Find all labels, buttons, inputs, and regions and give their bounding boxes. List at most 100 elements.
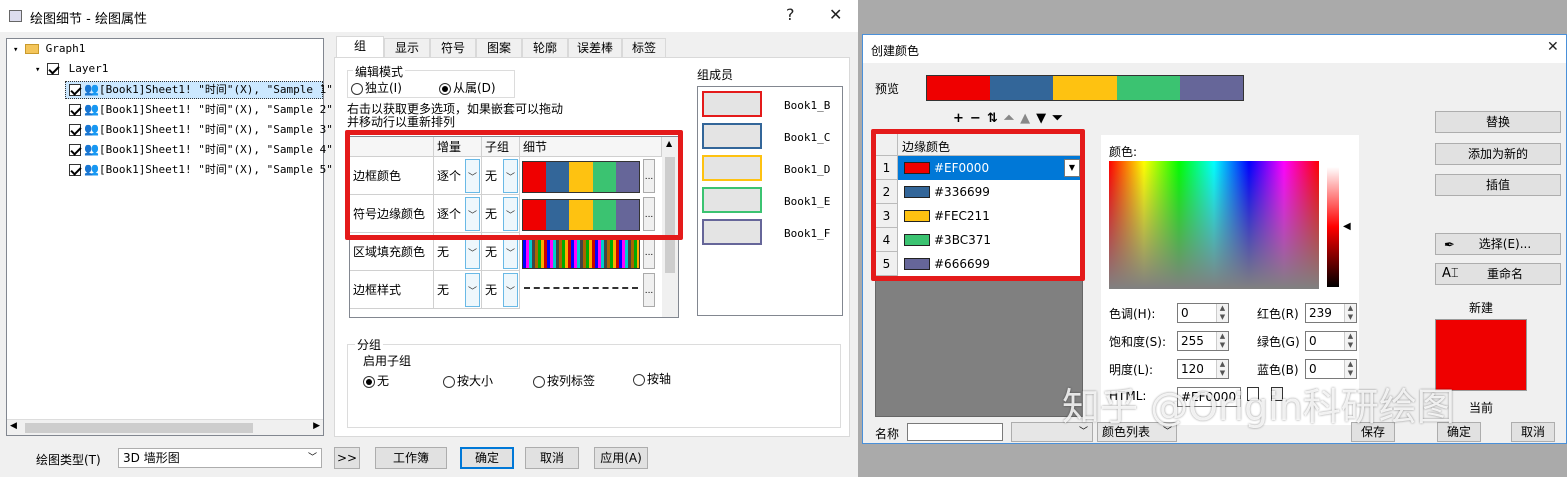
member-swatch-d[interactable] bbox=[702, 155, 762, 181]
radio-by-column-label[interactable]: 按列标签 bbox=[533, 372, 595, 389]
hue-input[interactable]: 0 ▲ ▼ bbox=[1177, 303, 1229, 323]
radio-by-axis[interactable]: 按轴 bbox=[633, 370, 671, 387]
interpolate-button[interactable]: 插值 bbox=[1435, 174, 1561, 196]
people-icon: 👥 bbox=[84, 142, 99, 156]
hue-label: 色调(H): bbox=[1109, 307, 1156, 321]
plot-type-label: 绘图类型(T) bbox=[36, 453, 101, 467]
scroll-right-icon[interactable]: ▶ bbox=[313, 421, 320, 431]
radio-dependent[interactable]: 从属(D) bbox=[439, 79, 496, 96]
radio-none[interactable]: 无 bbox=[363, 372, 389, 389]
radio-independent[interactable]: 独立(I) bbox=[351, 79, 402, 96]
tab-errorbar[interactable]: 误差棒 bbox=[568, 38, 622, 58]
ellipsis-button[interactable]: ... bbox=[643, 273, 655, 307]
cancel-button[interactable]: 取消 bbox=[525, 447, 579, 469]
tree-node-graph[interactable]: ▾ Graph1 bbox=[13, 41, 85, 57]
luminance-pointer-icon[interactable]: ◀ bbox=[1343, 221, 1351, 232]
collapse-icon[interactable]: ▾ bbox=[35, 65, 40, 75]
remove-icon[interactable]: − bbox=[970, 111, 981, 127]
workbook-button[interactable]: 工作簿 bbox=[375, 447, 447, 469]
radio-circle[interactable] bbox=[443, 375, 455, 388]
close-button[interactable]: ✕ bbox=[1547, 39, 1559, 55]
pick-color-button[interactable]: ✒ 选择(E)... bbox=[1435, 233, 1561, 255]
plot-type-select[interactable]: 3D 墙形图 ﹀ bbox=[118, 448, 322, 468]
move-down-icon[interactable]: ▼ bbox=[1036, 111, 1046, 127]
rename-button[interactable]: A⌶ 重命名 bbox=[1435, 263, 1561, 285]
tree-item-3[interactable]: 👥[Book1]Sheet1! "时间"(X), "Sample 3" bbox=[69, 121, 333, 137]
tree-item-2[interactable]: 👥[Book1]Sheet1! "时间"(X), "Sample 2" bbox=[69, 101, 333, 117]
close-button[interactable]: ✕ bbox=[829, 5, 842, 24]
tab-pattern[interactable]: 图案 bbox=[476, 38, 522, 58]
tab-outline[interactable]: 轮廓 bbox=[522, 38, 568, 58]
move-top-icon[interactable]: ⏶ bbox=[1004, 111, 1014, 127]
layer-checkbox[interactable] bbox=[47, 63, 60, 75]
tree-item-4[interactable]: 👥[Book1]Sheet1! "时间"(X), "Sample 4" bbox=[69, 141, 333, 157]
move-bottom-icon[interactable]: ⏷ bbox=[1052, 111, 1062, 127]
luminance-bar[interactable] bbox=[1327, 167, 1339, 287]
add-icon[interactable]: + bbox=[953, 111, 964, 127]
radio-circle[interactable] bbox=[363, 375, 375, 388]
tab-group[interactable]: 组 bbox=[336, 36, 384, 58]
radio-circle[interactable] bbox=[633, 373, 645, 386]
plot-type-value: 3D 墙形图 bbox=[123, 451, 180, 465]
spinner-icon[interactable]: ▲ ▼ bbox=[1344, 332, 1356, 350]
sub-dropdown[interactable]: ﹀ bbox=[503, 273, 518, 307]
name-input[interactable] bbox=[907, 423, 1003, 441]
preview-color bbox=[1053, 76, 1117, 100]
item-checkbox[interactable] bbox=[69, 164, 81, 176]
sub-dropdown[interactable]: ﹀ bbox=[503, 235, 518, 269]
spinner-icon[interactable]: ▲ ▼ bbox=[1216, 304, 1228, 322]
members-list[interactable]: Book1_B Book1_C Book1_D Book1_E Book1_F bbox=[697, 86, 843, 316]
apply-button[interactable]: 应用(A) bbox=[594, 447, 648, 469]
radio-circle[interactable] bbox=[351, 82, 363, 95]
tab-label[interactable]: 标签 bbox=[622, 38, 666, 58]
plot-tree[interactable]: ▾ Graph1 ▾ Layer1 👥[Book1]Sheet1! "时间"(X… bbox=[6, 38, 333, 436]
tree-item-1-row[interactable]: 👥[Book1]Sheet1! "时间"(X), "Sample 1" bbox=[69, 81, 333, 97]
ok-button[interactable]: 确定 bbox=[460, 447, 514, 469]
chevron-down-icon: ﹀ bbox=[307, 453, 317, 463]
scroll-left-icon[interactable]: ◀ bbox=[10, 421, 17, 431]
item-checkbox[interactable] bbox=[69, 104, 81, 116]
cancel-button[interactable]: 取消 bbox=[1511, 422, 1555, 442]
spinner-icon[interactable]: ▲ ▼ bbox=[1344, 304, 1356, 322]
green-input[interactable]: 0 ▲ ▼ bbox=[1305, 331, 1357, 351]
help-button[interactable]: ? bbox=[786, 5, 795, 24]
tab-display[interactable]: 显示 bbox=[384, 38, 430, 58]
tree-item-5[interactable]: 👥[Book1]Sheet1! "时间"(X), "Sample 5" bbox=[69, 161, 333, 177]
collapse-icon[interactable]: ▾ bbox=[13, 45, 18, 55]
replace-button[interactable]: 替换 bbox=[1435, 111, 1561, 133]
member-swatch-b[interactable] bbox=[702, 91, 762, 117]
inc-dropdown[interactable]: ﹀ bbox=[465, 273, 480, 307]
ellipsis-button[interactable]: ... bbox=[643, 235, 655, 269]
member-swatch-c[interactable] bbox=[702, 123, 762, 149]
scroll-thumb[interactable] bbox=[25, 423, 253, 433]
line-style-preview[interactable] bbox=[524, 287, 638, 291]
subgroup-label: 启用子组 bbox=[363, 354, 412, 368]
member-swatch-f[interactable] bbox=[702, 219, 762, 245]
fill-palette-strip[interactable] bbox=[522, 237, 640, 269]
color-spectrum[interactable] bbox=[1109, 161, 1319, 289]
radio-circle[interactable] bbox=[533, 375, 545, 388]
member-swatch-e[interactable] bbox=[702, 187, 762, 213]
radio-circle[interactable] bbox=[439, 82, 451, 95]
move-up-icon[interactable]: ▲ bbox=[1020, 111, 1030, 127]
item-checkbox[interactable] bbox=[69, 84, 81, 96]
inc-dropdown[interactable]: ﹀ bbox=[465, 235, 480, 269]
row-name: 边框样式 bbox=[350, 271, 434, 309]
plot-details-window: 绘图细节 - 绘图属性 ? ✕ ▾ Graph1 ▾ Layer1 👥[Book… bbox=[0, 0, 858, 477]
tab-symbol[interactable]: 符号 bbox=[430, 38, 476, 58]
item-checkbox[interactable] bbox=[69, 124, 81, 136]
members-title: 组成员 bbox=[697, 68, 734, 82]
radio-by-size[interactable]: 按大小 bbox=[443, 372, 493, 389]
add-new-button[interactable]: 添加为新的 bbox=[1435, 143, 1561, 165]
swap-icon[interactable]: ⇅ bbox=[987, 111, 998, 127]
spinner-icon[interactable]: ▲ ▼ bbox=[1216, 332, 1228, 350]
more-button[interactable]: >> bbox=[334, 447, 360, 469]
tree-node-layer[interactable]: ▾ Layer1 bbox=[35, 61, 108, 77]
red-input[interactable]: 239 ▲ ▼ bbox=[1305, 303, 1357, 323]
sat-input[interactable]: 255 ▲ ▼ bbox=[1177, 331, 1229, 351]
tree-hscrollbar[interactable]: ◀ ▶ bbox=[7, 419, 323, 435]
item-checkbox[interactable] bbox=[69, 144, 81, 156]
picker-label: 颜色: bbox=[1109, 145, 1138, 159]
red-label: 红色(R) bbox=[1257, 307, 1299, 321]
lum-value: 120 bbox=[1181, 362, 1204, 376]
